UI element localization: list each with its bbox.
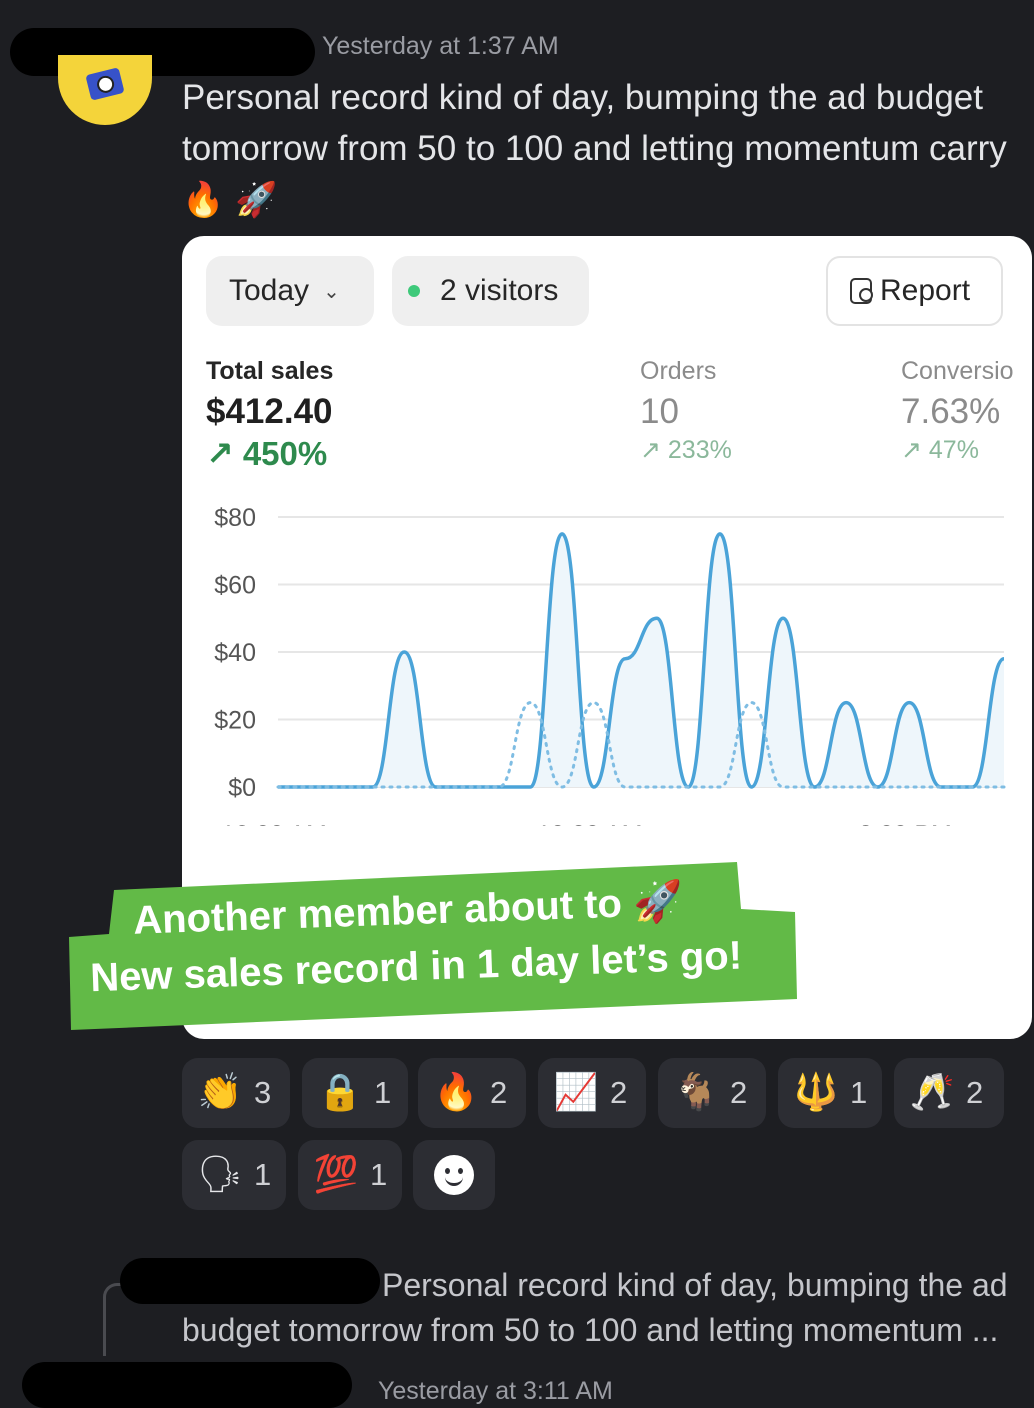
reaction-count: 3	[254, 1075, 272, 1110]
metric-value-total-sales: $412.40	[206, 392, 333, 431]
chevron-down-icon: ⌄	[323, 280, 340, 303]
clinking-glasses-icon: 🥂	[909, 1072, 955, 1113]
reaction-count: 2	[966, 1075, 984, 1110]
y-tick-label: $60	[214, 572, 256, 600]
reaction-lock[interactable]: 🔒 1	[302, 1058, 408, 1128]
metric-value-conversion: 7.63%	[901, 392, 1001, 431]
y-tick-label: $40	[214, 639, 256, 667]
message-emojis: 🔥 🚀	[182, 180, 278, 220]
message-body: Personal record kind of day, bumping the…	[182, 78, 1007, 168]
reaction-chart[interactable]: 📈 2	[538, 1058, 646, 1128]
report-label: Report	[880, 274, 971, 307]
metric-change-total-sales: ↗ 450%	[206, 435, 328, 472]
reaction-speaking-head[interactable]: 🗣 1	[182, 1140, 286, 1210]
reply-preview-text: Personal record kind of day, bumping the…	[182, 1267, 1008, 1348]
smiley-icon	[434, 1155, 474, 1195]
metric-value-orders: 10	[640, 392, 679, 431]
reaction-count: 2	[730, 1075, 748, 1110]
reaction-hundred[interactable]: 💯 1	[298, 1140, 402, 1210]
reaction-trident[interactable]: 🔱 1	[778, 1058, 882, 1128]
trident-icon: 🔱	[793, 1072, 839, 1113]
metric-change-orders: ↗ 233%	[640, 436, 732, 464]
y-tick-label: $80	[214, 506, 256, 532]
y-tick-label: $0	[228, 774, 256, 802]
report-button[interactable]: Report	[826, 256, 1003, 326]
x-tick-label: 12:00 AM	[221, 821, 327, 826]
avatar[interactable]	[58, 55, 152, 125]
metric-change-conversion: ↗ 47%	[901, 436, 979, 464]
x-tick-label: 8:00 PM	[859, 821, 952, 826]
reaction-count: 2	[610, 1075, 628, 1110]
reaction-goat[interactable]: 🐐 2	[658, 1058, 766, 1128]
reaction-clap[interactable]: 👏 3	[182, 1058, 290, 1128]
redacted-next-username	[22, 1362, 352, 1408]
reply-preview[interactable]: Personal record kind of day, bumping the…	[182, 1263, 1022, 1353]
reaction-count: 1	[254, 1157, 272, 1192]
goat-icon: 🐐	[673, 1072, 719, 1113]
series-area	[278, 533, 1004, 787]
redacted-username	[10, 28, 315, 76]
y-tick-label: $20	[214, 707, 256, 735]
metric-label-total-sales: Total sales	[206, 357, 334, 385]
next-message-timestamp: Yesterday at 3:11 AM	[378, 1377, 613, 1405]
period-dropdown[interactable]: Today ⌄	[206, 256, 374, 326]
reaction-count: 1	[374, 1075, 392, 1110]
fire-icon: 🔥	[433, 1072, 479, 1113]
reaction-count: 1	[370, 1157, 388, 1192]
visitors-badge[interactable]: 2 visitors	[392, 256, 589, 326]
metric-label-conversion: Conversio	[901, 357, 1014, 385]
hundred-points-icon: 💯	[313, 1154, 359, 1195]
chart-increasing-icon: 📈	[553, 1072, 599, 1113]
clap-icon: 👏	[197, 1072, 243, 1113]
reaction-count: 1	[850, 1075, 868, 1110]
speaking-head-icon: 🗣	[197, 1154, 243, 1195]
x-tick-label: 10:00 AM	[537, 821, 643, 826]
report-icon	[850, 278, 873, 304]
visitors-label: 2 visitors	[440, 274, 559, 307]
camera-icon	[85, 67, 125, 101]
add-reaction-button[interactable]	[413, 1140, 495, 1210]
reaction-fire[interactable]: 🔥 2	[418, 1058, 526, 1128]
sales-chart: $80 $60 $40 $20 $0 12:00 AM 10:00 AM 8:00 PM	[214, 506, 1006, 826]
live-dot-icon	[408, 285, 420, 297]
message-text: Personal record kind of day, bumping the…	[182, 72, 1027, 226]
metric-label-orders: Orders	[640, 357, 717, 385]
period-label: Today	[229, 274, 310, 307]
message-timestamp: Yesterday at 1:37 AM	[322, 32, 559, 60]
reaction-count: 2	[490, 1075, 508, 1110]
reaction-clinking-glasses[interactable]: 🥂 2	[894, 1058, 1004, 1128]
lock-icon: 🔒	[317, 1072, 363, 1113]
